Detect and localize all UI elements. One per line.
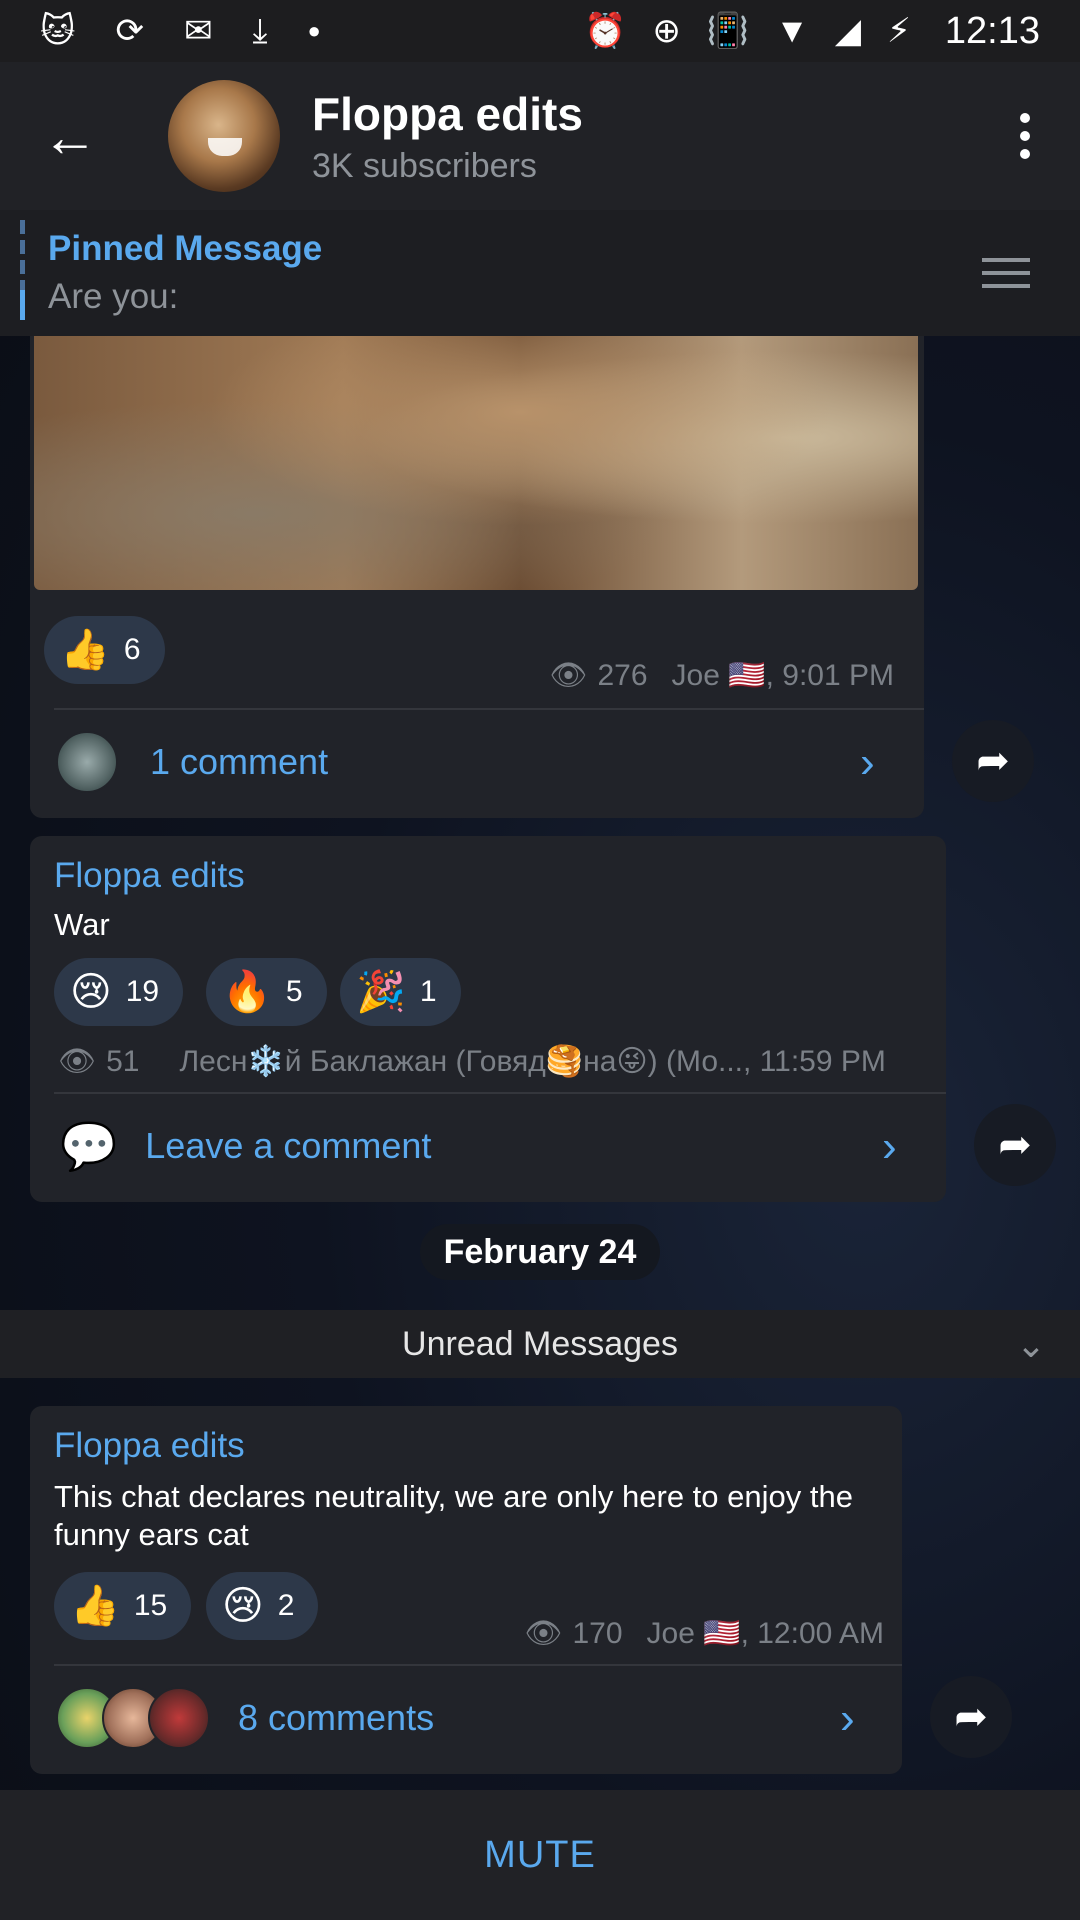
sync-icon: ⟳	[115, 12, 144, 50]
message-text: This chat declares neutrality, we are on…	[54, 1479, 853, 1552]
channel-info[interactable]: Floppa edits 3K subscribers	[312, 87, 583, 186]
share-button[interactable]: ➦	[952, 720, 1034, 802]
unread-messages-bar: Unread Messages ⌄	[0, 1310, 1080, 1378]
eye-icon: 👁	[524, 1617, 563, 1650]
divider	[54, 1092, 946, 1094]
pinned-list-button[interactable]	[982, 258, 1030, 288]
pinned-body: Are you:	[48, 277, 179, 316]
divider	[54, 708, 924, 710]
message-meta: 👁 170 Joe 🇺🇸, 12:00 AM	[524, 1616, 884, 1651]
chevron-down-icon[interactable]: ⌄	[1016, 1324, 1046, 1366]
chevron-right-icon: ›	[840, 1694, 855, 1743]
more-options-button[interactable]	[970, 62, 1080, 210]
comments-label: 8 comments	[238, 1697, 435, 1738]
comments-label: Leave a comment	[145, 1125, 432, 1166]
share-icon: ➦	[998, 1123, 1032, 1167]
battery-charging-icon: ⚡	[887, 12, 911, 50]
author-time: Joe 🇺🇸, 9:01 PM	[671, 659, 894, 692]
reaction-chip[interactable]: 😢 19	[54, 958, 184, 1026]
chevron-right-icon: ›	[882, 1122, 897, 1171]
pinned-title: Pinned Message	[48, 229, 323, 268]
mail-icon: ✉	[183, 12, 213, 50]
view-count: 170	[572, 1616, 623, 1650]
status-bar: 🐱 ⟳ ✉ ⤓ ● ⏰ ⊕ 📳 ▼ ◢ ⚡ 12:13	[0, 0, 1080, 62]
reaction-chip[interactable]: 😢 2	[206, 1572, 319, 1640]
avatar	[148, 1687, 210, 1749]
media-preview[interactable]	[34, 336, 918, 590]
vibrate-icon: 📳	[706, 12, 750, 50]
date-separator: February 24	[420, 1224, 660, 1280]
share-button[interactable]: ➦	[974, 1104, 1056, 1186]
wifi-icon: ▼	[775, 12, 809, 50]
message-meta: 👁 276 Joe 🇺🇸, 9:01 PM	[549, 658, 894, 693]
chat-header: ← Floppa edits 3K subscribers	[0, 62, 1080, 210]
alarm-icon: ⏰	[584, 12, 627, 50]
mute-label: MUTE	[484, 1833, 596, 1876]
share-icon: ➦	[954, 1695, 988, 1739]
sender-name: Floppa edits	[54, 856, 245, 895]
reaction-chip[interactable]: 👍 15	[54, 1572, 192, 1640]
list-icon	[982, 258, 1030, 262]
pinned-indicator	[20, 220, 25, 320]
comments-label: 1 comment	[150, 741, 329, 782]
pinned-message-bar[interactable]: Pinned Message Are you:	[0, 210, 1080, 336]
share-button[interactable]: ➦	[930, 1676, 1012, 1758]
status-time: 12:13	[944, 9, 1040, 52]
eye-icon: 👁	[549, 659, 588, 692]
view-count: 276	[597, 658, 648, 692]
mute-button[interactable]: MUTE	[0, 1790, 1080, 1920]
comment-bubble-icon: 💬	[60, 1119, 118, 1172]
message-meta: 👁 51 Лесн❄️й Баклажан (Говяд🥞на😜) (Мо...…	[58, 1044, 886, 1079]
data-saver-icon: ⊕	[652, 12, 681, 50]
reaction-chip[interactable]: 👍 6	[44, 616, 165, 684]
view-count: 51	[106, 1044, 140, 1078]
reaction-chip[interactable]: 🎉 1	[340, 958, 461, 1026]
leave-comment-button[interactable]: 💬 Leave a comment	[60, 1114, 920, 1178]
sender-name: Floppa edits	[54, 1426, 245, 1465]
channel-title: Floppa edits	[312, 87, 583, 140]
author-time: Joe 🇺🇸, 12:00 AM	[646, 1617, 884, 1650]
unread-label: Unread Messages	[402, 1324, 678, 1363]
divider	[54, 1664, 902, 1666]
cat-app-icon: 🐱	[40, 12, 76, 50]
reaction-chip[interactable]: 🔥 5	[206, 958, 327, 1026]
back-button[interactable]: ←	[0, 62, 140, 210]
chevron-right-icon: ›	[860, 738, 875, 787]
channel-avatar[interactable]	[168, 80, 280, 192]
comments-button[interactable]: 1 comment	[56, 730, 916, 794]
more-vert-icon	[1020, 113, 1030, 123]
comments-button[interactable]: 8 comments	[56, 1686, 876, 1750]
message-text: War	[54, 907, 110, 942]
share-icon: ➦	[976, 739, 1010, 783]
dot-icon: ●	[307, 18, 321, 43]
arrow-left-icon: ←	[42, 104, 98, 168]
download-icon: ⤓	[252, 12, 268, 50]
eye-icon: 👁	[58, 1045, 97, 1078]
subscriber-count: 3K subscribers	[312, 146, 537, 185]
author-time: Лесн❄️й Баклажан (Говяд🥞на😜) (Мо..., 11:…	[179, 1045, 886, 1078]
avatar	[56, 731, 118, 793]
signal-icon: ◢	[834, 12, 862, 50]
